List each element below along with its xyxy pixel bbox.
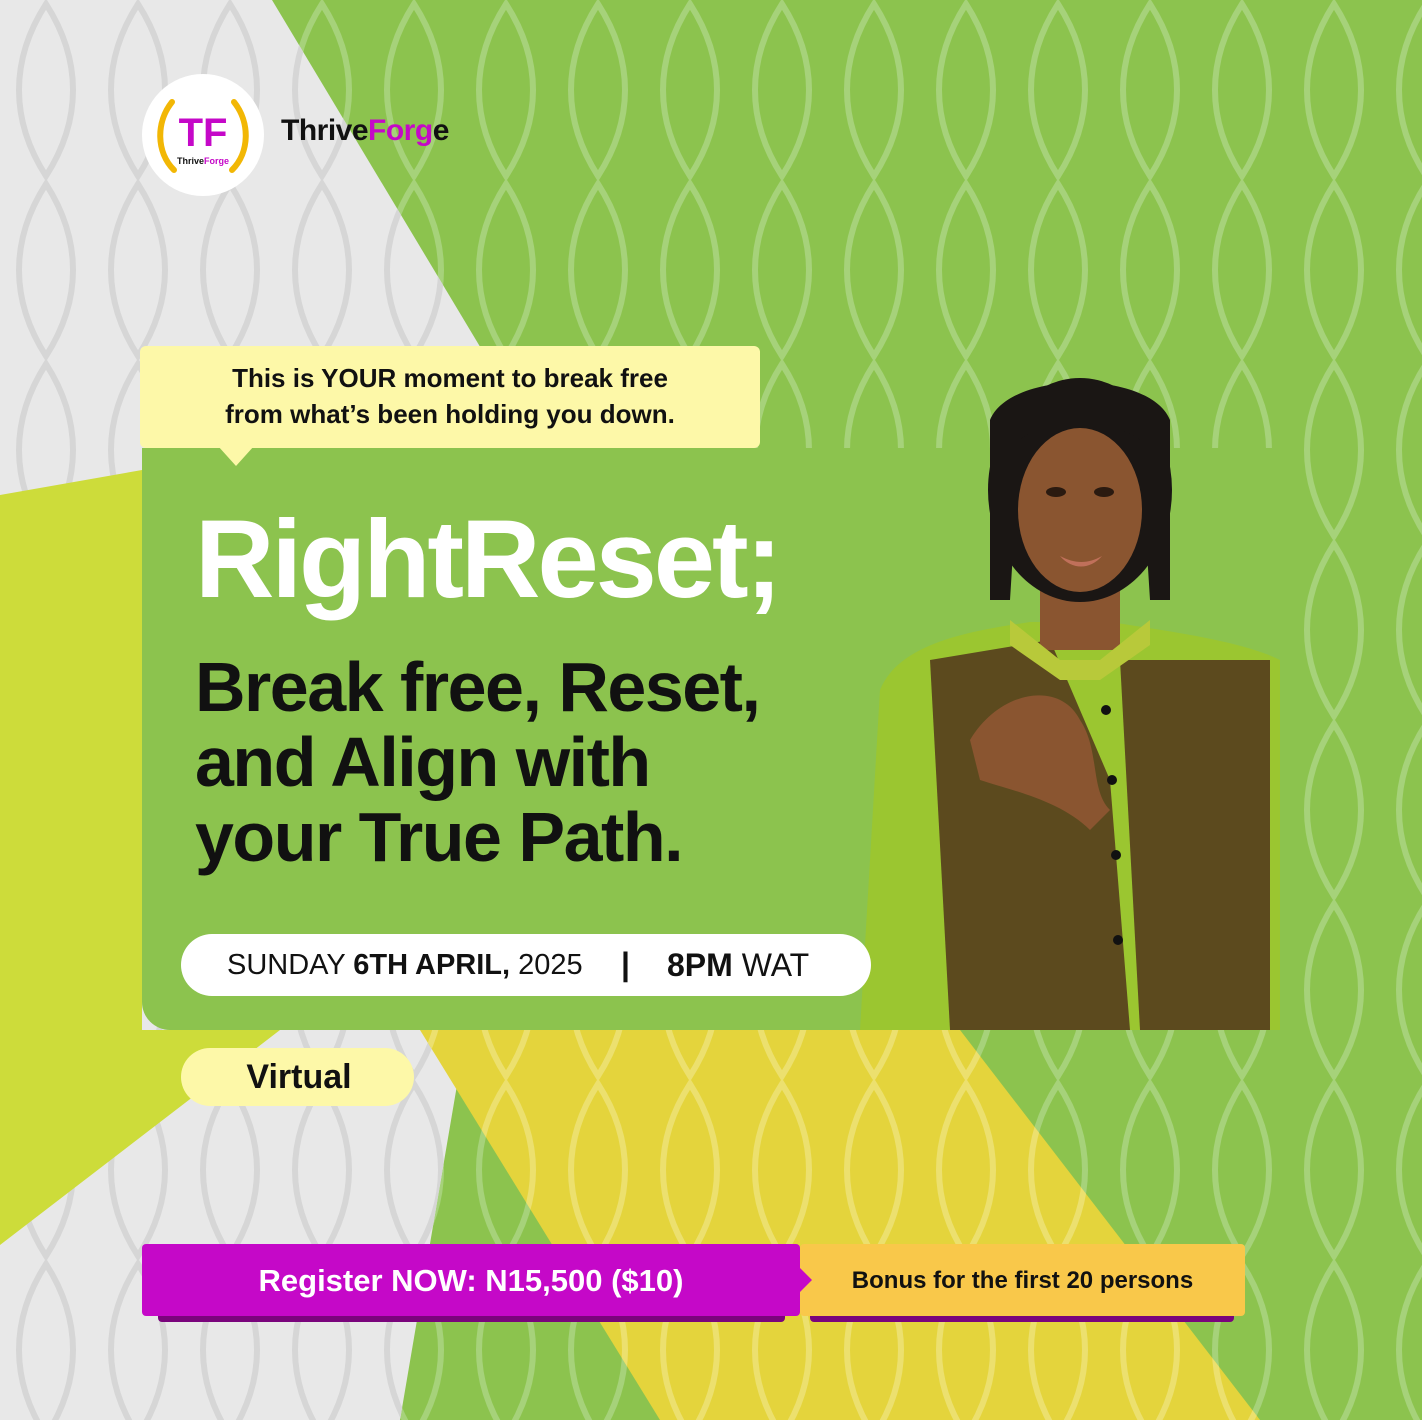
bubble-tail <box>218 446 254 466</box>
event-mode-label: Virtual <box>246 1058 352 1096</box>
brand-name-accent: Forg <box>368 114 433 147</box>
brand-name: ThriveForge <box>281 114 449 148</box>
subtitle-line-3: your True Path. <box>195 798 684 876</box>
register-label: Register NOW: N15,500 ($10) <box>258 1263 684 1298</box>
register-button[interactable]: Register NOW: N15,500 ($10) <box>142 1244 800 1316</box>
subtitle-line-2: and Align with <box>195 723 651 801</box>
tagline-line-1: This is YOUR moment to break free <box>232 363 668 393</box>
brand-name-prefix: Thrive <box>281 114 369 147</box>
tagline-text: This is YOUR moment to break free from w… <box>140 360 760 432</box>
logo-caption-prefix: Thrive <box>177 156 204 166</box>
date-time-separator: | <box>621 946 630 982</box>
woman-portrait-icon <box>860 378 1280 1030</box>
event-day: SUNDAY <box>227 949 346 981</box>
event-timezone: WAT <box>741 947 810 983</box>
bonus-banner: Bonus for the first 20 persons <box>800 1244 1245 1316</box>
tagline-line-2: from what’s been holding you down. <box>225 399 675 429</box>
logo-caption-accent: Forge <box>204 156 229 166</box>
brand-name-suffix: e <box>432 114 450 147</box>
tagline-bubble: This is YOUR moment to break free from w… <box>140 346 760 448</box>
register-arrow <box>798 1266 812 1294</box>
event-year: 2025 <box>518 949 583 981</box>
event-subtitle: Break free, Reset, and Align with your T… <box>195 650 915 875</box>
event-time-main: 8PM <box>667 947 733 983</box>
logo-initials: TF <box>179 111 228 155</box>
subtitle-line-1: Break free, Reset, <box>195 648 761 726</box>
event-mode-badge: Virtual <box>181 1048 414 1106</box>
bonus-label: Bonus for the first 20 persons <box>851 1267 1194 1294</box>
event-time: 8PM WAT <box>667 947 809 983</box>
brand-logo: TF ThriveForge <box>142 74 264 196</box>
thriveforge-logo-icon: TF ThriveForge <box>157 99 249 173</box>
date-time-pill: SUNDAY 6TH APRIL, 2025 | 8PM WAT <box>181 934 871 996</box>
event-date-main: 6TH APRIL, <box>353 949 511 981</box>
event-title: RightReset; <box>195 498 782 621</box>
svg-text:ThriveForge: ThriveForge <box>177 156 229 166</box>
event-date: SUNDAY 6TH APRIL, 2025 <box>227 947 583 983</box>
